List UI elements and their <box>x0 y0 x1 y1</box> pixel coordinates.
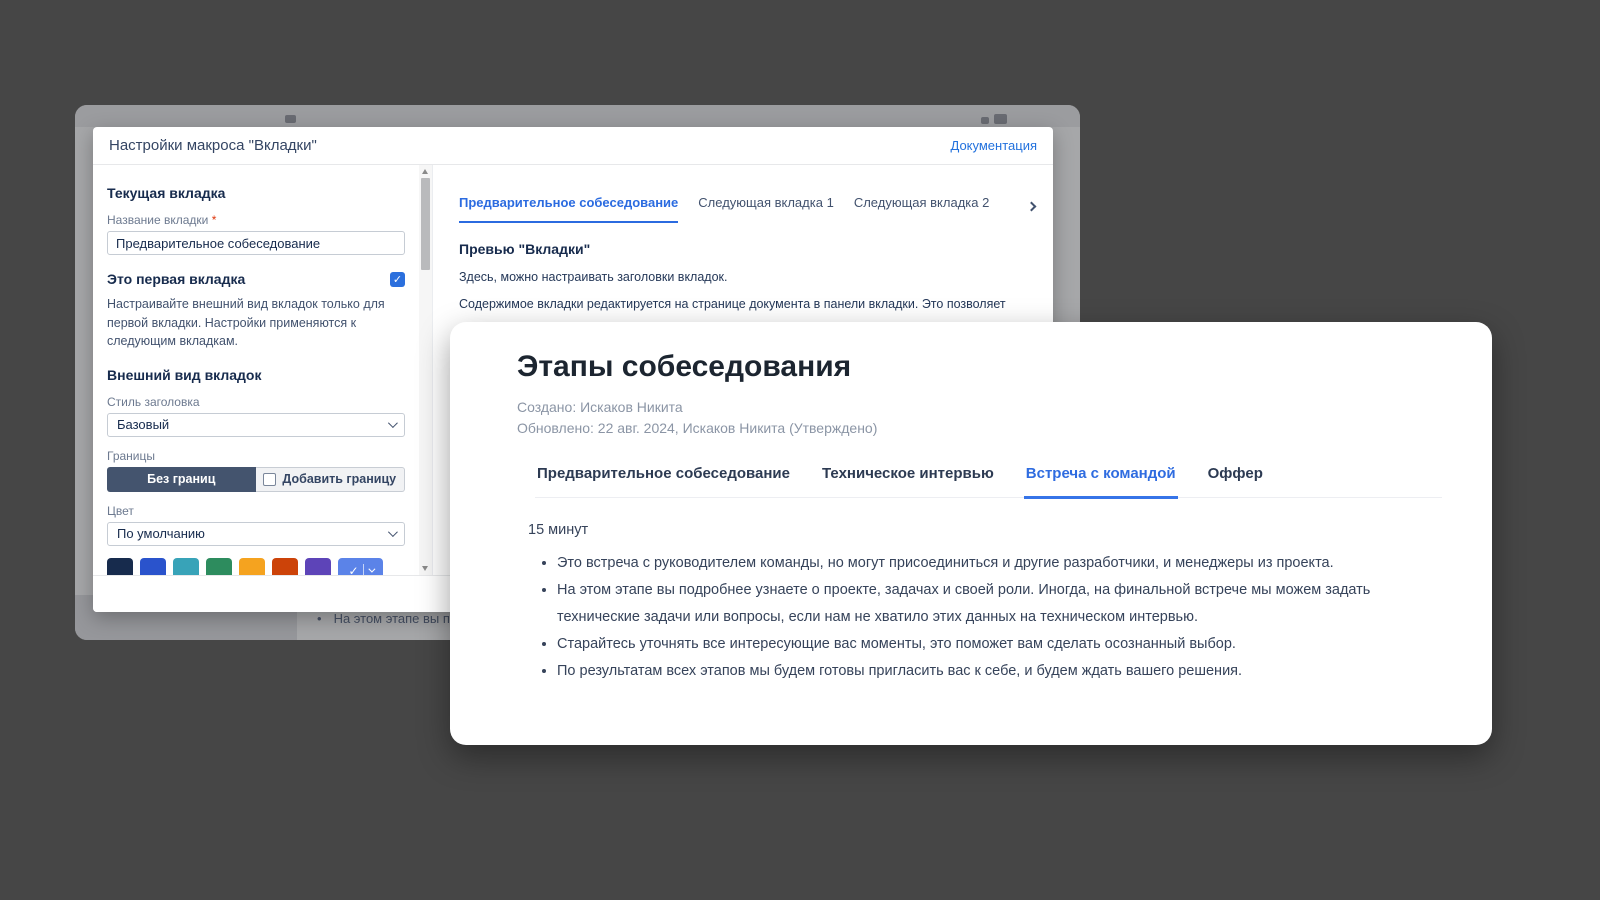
dimmed-partial-bullet-text: На этом этапе вы под <box>334 611 465 626</box>
document-window: Этапы собеседования Создано: Искаков Ник… <box>450 322 1492 745</box>
list-item: По результатам всех этапов мы будем гото… <box>557 658 1428 685</box>
color-label: Цвет <box>107 504 405 518</box>
settings-scrollbar[interactable] <box>419 165 432 575</box>
chevron-down-icon <box>388 527 398 537</box>
tab-name-label-text: Название вкладки <box>107 213 208 227</box>
dimmed-page-header <box>75 105 1080 127</box>
check-icon: ✓ <box>348 564 358 576</box>
desktop-background: { "colors": { "canvas": "#464646", "acce… <box>0 0 1600 900</box>
color-swatch-row: ✓ <box>107 558 405 576</box>
dimmed-partial-bullet: • На этом этапе вы под <box>317 611 464 626</box>
current-tab-heading: Текущая вкладка <box>107 185 405 201</box>
document-tab-row: Предварительное собеседование Техническо… <box>535 465 1442 498</box>
doc-tab-preliminary[interactable]: Предварительное собеседование <box>535 465 792 499</box>
scroll-up-arrow-icon[interactable] <box>422 169 428 174</box>
color-swatch[interactable] <box>272 558 298 576</box>
created-byline: Создано: Искаков Никита <box>517 397 1442 418</box>
header-style-value: Базовый <box>117 417 169 432</box>
color-swatch[interactable] <box>173 558 199 576</box>
add-border-label: Добавить границу <box>282 472 396 486</box>
bullet-list: Это встреча с руководителем команды, но … <box>528 550 1428 685</box>
page-title: Этапы собеседования <box>517 350 1442 384</box>
duration-text: 15 минут <box>528 522 1428 538</box>
tab-name-label: Название вкладки * <box>107 213 405 227</box>
preview-tab[interactable]: Следующая вкладка 1 <box>698 195 834 223</box>
appearance-heading: Внешний вид вкладок <box>107 367 405 383</box>
scroll-down-arrow-icon[interactable] <box>422 566 428 571</box>
no-border-segment[interactable]: Без границ <box>107 467 256 492</box>
chevron-down-icon <box>388 418 398 428</box>
preview-paragraph: Содержимое вкладки редактируется на стра… <box>459 297 1035 311</box>
preview-tab[interactable]: Предварительное собеседование <box>459 195 678 223</box>
required-asterisk: * <box>212 213 217 227</box>
tab-name-input[interactable] <box>107 231 405 255</box>
dimmed-page-artifact <box>981 117 989 124</box>
color-swatch[interactable] <box>206 558 232 576</box>
tab-overflow-button[interactable] <box>1024 199 1039 214</box>
doc-tab-technical[interactable]: Техническое интервью <box>820 465 996 499</box>
dimmed-page-artifact <box>994 114 1007 124</box>
list-item: На этом этапе вы подробнее узнаете о про… <box>557 577 1428 631</box>
preview-tab-row: Предварительное собеседование Следующая … <box>459 195 1035 223</box>
preview-heading: Превью "Вкладки" <box>459 241 1035 257</box>
color-swatch[interactable] <box>140 558 166 576</box>
first-tab-help-text: Настраивайте внешний вид вкладок только … <box>107 295 405 351</box>
custom-color-split-button[interactable]: ✓ <box>338 558 383 576</box>
add-border-segment[interactable]: Добавить границу <box>256 467 406 492</box>
documentation-link[interactable]: Документация <box>951 138 1038 153</box>
scrollbar-thumb[interactable] <box>421 178 430 270</box>
borders-label: Границы <box>107 449 405 463</box>
first-tab-row: Это первая вкладка ✓ <box>107 271 405 287</box>
preview-tab[interactable]: Следующая вкладка 2 <box>854 195 990 223</box>
dialog-header: Настройки макроса "Вкладки" Документация <box>93 127 1053 165</box>
tab-content: 15 минут Это встреча с руководителем ком… <box>528 522 1428 685</box>
doc-tab-offer[interactable]: Оффер <box>1206 465 1265 499</box>
header-style-select[interactable]: Базовый <box>107 413 405 437</box>
color-value: По умолчанию <box>117 526 205 541</box>
dialog-title: Настройки макроса "Вкладки" <box>109 137 317 154</box>
borders-segmented-control: Без границ Добавить границу <box>107 467 405 492</box>
chevron-right-icon <box>1027 202 1037 212</box>
preview-paragraph: Здесь, можно настраивать заголовки вклад… <box>459 270 1035 284</box>
color-swatch[interactable] <box>239 558 265 576</box>
color-select[interactable]: По умолчанию <box>107 522 405 546</box>
split-button-divider <box>363 564 364 576</box>
color-swatch[interactable] <box>305 558 331 576</box>
updated-byline: Обновлено: 22 авг. 2024, Искаков Никита … <box>517 418 1442 439</box>
add-border-checkbox[interactable] <box>263 473 276 486</box>
check-icon: ✓ <box>393 273 402 286</box>
dimmed-page-artifact <box>285 115 296 123</box>
chevron-down-icon <box>368 566 375 573</box>
color-swatch[interactable] <box>107 558 133 576</box>
document-meta: Создано: Искаков Никита Обновлено: 22 ав… <box>517 397 1442 439</box>
header-style-label: Стиль заголовка <box>107 395 405 409</box>
doc-tab-team-meeting[interactable]: Встреча с командой <box>1024 465 1178 499</box>
list-item: Это встреча с руководителем команды, но … <box>557 550 1428 577</box>
bullet-icon: • <box>317 611 322 626</box>
settings-panel: Текущая вкладка Название вкладки * Это п… <box>93 165 419 575</box>
list-item: Старайтесь уточнять все интересующие вас… <box>557 631 1428 658</box>
first-tab-checkbox[interactable]: ✓ <box>390 272 405 287</box>
no-border-label: Без границ <box>147 472 215 486</box>
first-tab-label: Это первая вкладка <box>107 271 245 287</box>
